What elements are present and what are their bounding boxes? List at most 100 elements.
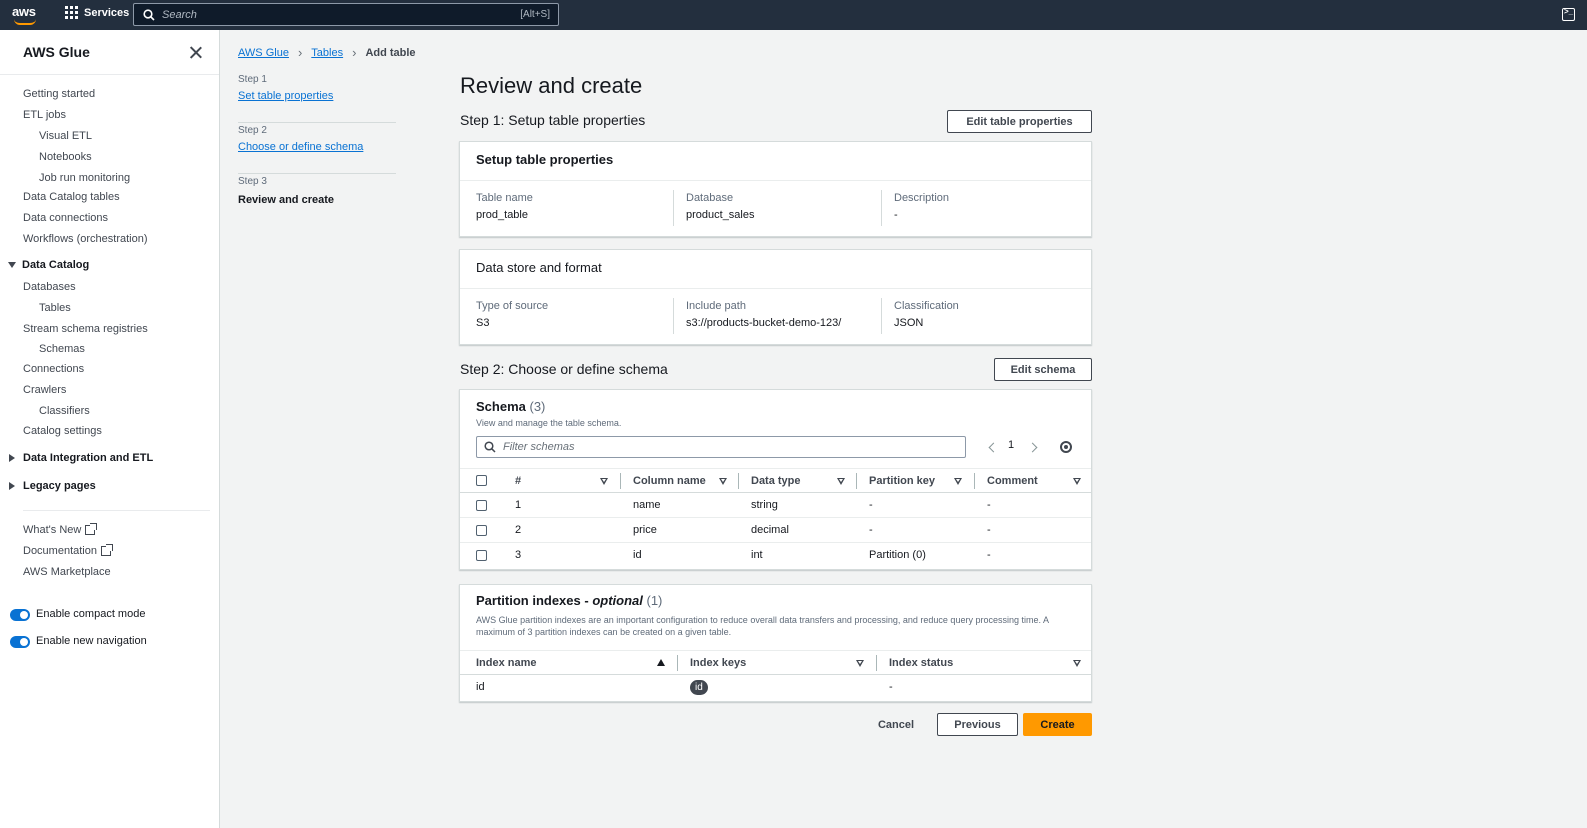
step-link-set-table-properties[interactable]: Set table properties <box>238 90 333 102</box>
next-page-icon[interactable] <box>1027 442 1038 453</box>
sidebar-section-data-integration[interactable]: Data Integration and ETL <box>9 452 153 464</box>
sort-icon[interactable] <box>1073 660 1081 667</box>
cancel-button[interactable]: Cancel <box>868 713 924 736</box>
column-header-column-name[interactable]: Column name <box>633 475 706 487</box>
classification-label: Classification <box>894 300 959 312</box>
classification-value: JSON <box>894 317 924 329</box>
previous-page-icon[interactable] <box>988 442 999 453</box>
sidebar-link-aws-marketplace[interactable]: AWS Marketplace <box>23 566 111 578</box>
aws-logo-text: aws <box>12 4 36 19</box>
sidebar-item-crawlers[interactable]: Crawlers <box>23 384 66 396</box>
sort-ascending-icon[interactable] <box>657 659 665 666</box>
index-key-badge: id <box>690 680 708 695</box>
sidebar-item-getting-started[interactable]: Getting started <box>23 88 95 100</box>
sidebar-divider <box>23 510 210 511</box>
previous-button[interactable]: Previous <box>937 713 1018 736</box>
sidebar-item-schemas[interactable]: Schemas <box>39 343 85 355</box>
sidebar-item-notebooks[interactable]: Notebooks <box>39 151 92 163</box>
current-page-number[interactable]: 1 <box>1008 439 1014 451</box>
sidebar-item-databases[interactable]: Databases <box>23 281 76 293</box>
data-store-card: Data store and format Type of source S3 … <box>459 249 1092 345</box>
caret-right-icon <box>9 482 15 491</box>
sort-icon[interactable] <box>954 478 962 485</box>
sort-icon[interactable] <box>837 478 845 485</box>
sidebar-item-data-catalog-tables[interactable]: Data Catalog tables <box>23 191 120 203</box>
chevron-right-icon: › <box>352 45 357 60</box>
column-resizer[interactable] <box>876 655 877 671</box>
sidebar-item-connections[interactable]: Connections <box>23 363 84 375</box>
cloudshell-icon[interactable] <box>1562 7 1575 21</box>
row-checkbox[interactable] <box>476 550 487 561</box>
filter-schemas-input[interactable]: Filter schemas <box>476 436 966 458</box>
column-header-comment[interactable]: Comment <box>987 475 1038 487</box>
gear-icon[interactable] <box>1060 441 1072 453</box>
sidebar-divider <box>0 74 219 75</box>
partition-indexes-optional: optional <box>592 593 643 608</box>
column-resizer[interactable] <box>738 473 739 489</box>
external-link-icon <box>85 523 98 536</box>
global-search-input[interactable]: Search [Alt+S] <box>133 3 559 26</box>
column-header-number[interactable]: # <box>515 475 521 487</box>
sidebar-link-whats-new[interactable]: What's New <box>23 523 98 536</box>
step-link-choose-schema[interactable]: Choose or define schema <box>238 141 363 153</box>
sort-icon[interactable] <box>600 478 608 485</box>
sidebar-item-tables[interactable]: Tables <box>39 302 71 314</box>
sidebar-item-catalog-settings[interactable]: Catalog settings <box>23 425 102 437</box>
row-column-name: name <box>633 499 661 511</box>
search-shortcut-hint: [Alt+S] <box>520 9 550 20</box>
search-icon <box>143 9 155 21</box>
row-number: 1 <box>515 499 522 511</box>
sidebar-item-etl-jobs[interactable]: ETL jobs <box>23 109 66 121</box>
page-title: Review and create <box>460 73 643 98</box>
column-header-index-name[interactable]: Index name <box>476 657 537 669</box>
column-resizer[interactable] <box>856 473 857 489</box>
sidebar-link-documentation[interactable]: Documentation <box>23 544 113 557</box>
select-all-checkbox[interactable] <box>476 475 487 486</box>
sidebar-item-classifiers[interactable]: Classifiers <box>39 405 90 417</box>
sidebar-section-data-catalog[interactable]: Data Catalog <box>8 259 89 271</box>
column-resizer[interactable] <box>677 655 678 671</box>
services-menu-button[interactable]: Services <box>65 6 129 19</box>
sort-icon[interactable] <box>856 660 864 667</box>
card-title: Data store and format <box>476 260 602 275</box>
column-resizer[interactable] <box>974 473 975 489</box>
column-header-index-keys[interactable]: Index keys <box>690 657 746 669</box>
card-divider <box>460 288 1091 289</box>
sidebar-section-legacy-pages[interactable]: Legacy pages <box>9 480 96 492</box>
row-checkbox[interactable] <box>476 525 487 536</box>
sidebar-item-visual-etl[interactable]: Visual ETL <box>39 130 92 142</box>
edit-schema-button[interactable]: Edit schema <box>994 358 1092 381</box>
new-navigation-toggle[interactable] <box>10 636 30 648</box>
sidebar-item-job-run-monitoring[interactable]: Job run monitoring <box>39 172 130 184</box>
sidebar-title[interactable]: AWS Glue <box>23 44 90 60</box>
step-number: Step 2 <box>238 125 267 136</box>
partition-indexes-count: (1) <box>646 593 663 608</box>
sort-icon[interactable] <box>719 478 727 485</box>
column-header-partition-key[interactable]: Partition key <box>869 475 935 487</box>
row-partition-key: - <box>869 499 873 511</box>
column-header-data-type[interactable]: Data type <box>751 475 801 487</box>
aws-logo[interactable]: aws <box>12 4 40 26</box>
compact-mode-toggle[interactable] <box>10 609 30 621</box>
card-title: Setup table properties <box>476 152 614 167</box>
wizard-step-1: Step 1 Set table properties <box>238 72 396 123</box>
breadcrumb-tables[interactable]: Tables <box>311 47 343 59</box>
database-label: Database <box>686 192 734 204</box>
sidebar-item-stream-schema-registries[interactable]: Stream schema registries <box>23 323 148 335</box>
compact-mode-label: Enable compact mode <box>36 608 146 620</box>
breadcrumb-current: Add table <box>365 46 416 59</box>
column-header-index-status[interactable]: Index status <box>889 657 953 669</box>
search-placeholder: Search <box>162 9 197 21</box>
row-checkbox[interactable] <box>476 500 487 511</box>
breadcrumb-aws-glue[interactable]: AWS Glue <box>238 47 289 59</box>
breadcrumb: AWS Glue › Tables › Add table <box>238 45 416 60</box>
close-sidebar-icon[interactable] <box>189 46 202 59</box>
table-properties-card: Setup table properties Table name prod_t… <box>459 141 1092 237</box>
table-row: 3 id int Partition (0) - <box>460 543 1091 568</box>
create-button[interactable]: Create <box>1023 713 1092 736</box>
sidebar-item-workflows[interactable]: Workflows (orchestration) <box>23 233 148 245</box>
edit-table-properties-button[interactable]: Edit table properties <box>947 110 1092 133</box>
column-resizer[interactable] <box>620 473 621 489</box>
sort-icon[interactable] <box>1073 478 1081 485</box>
sidebar-item-data-connections[interactable]: Data connections <box>23 212 108 224</box>
